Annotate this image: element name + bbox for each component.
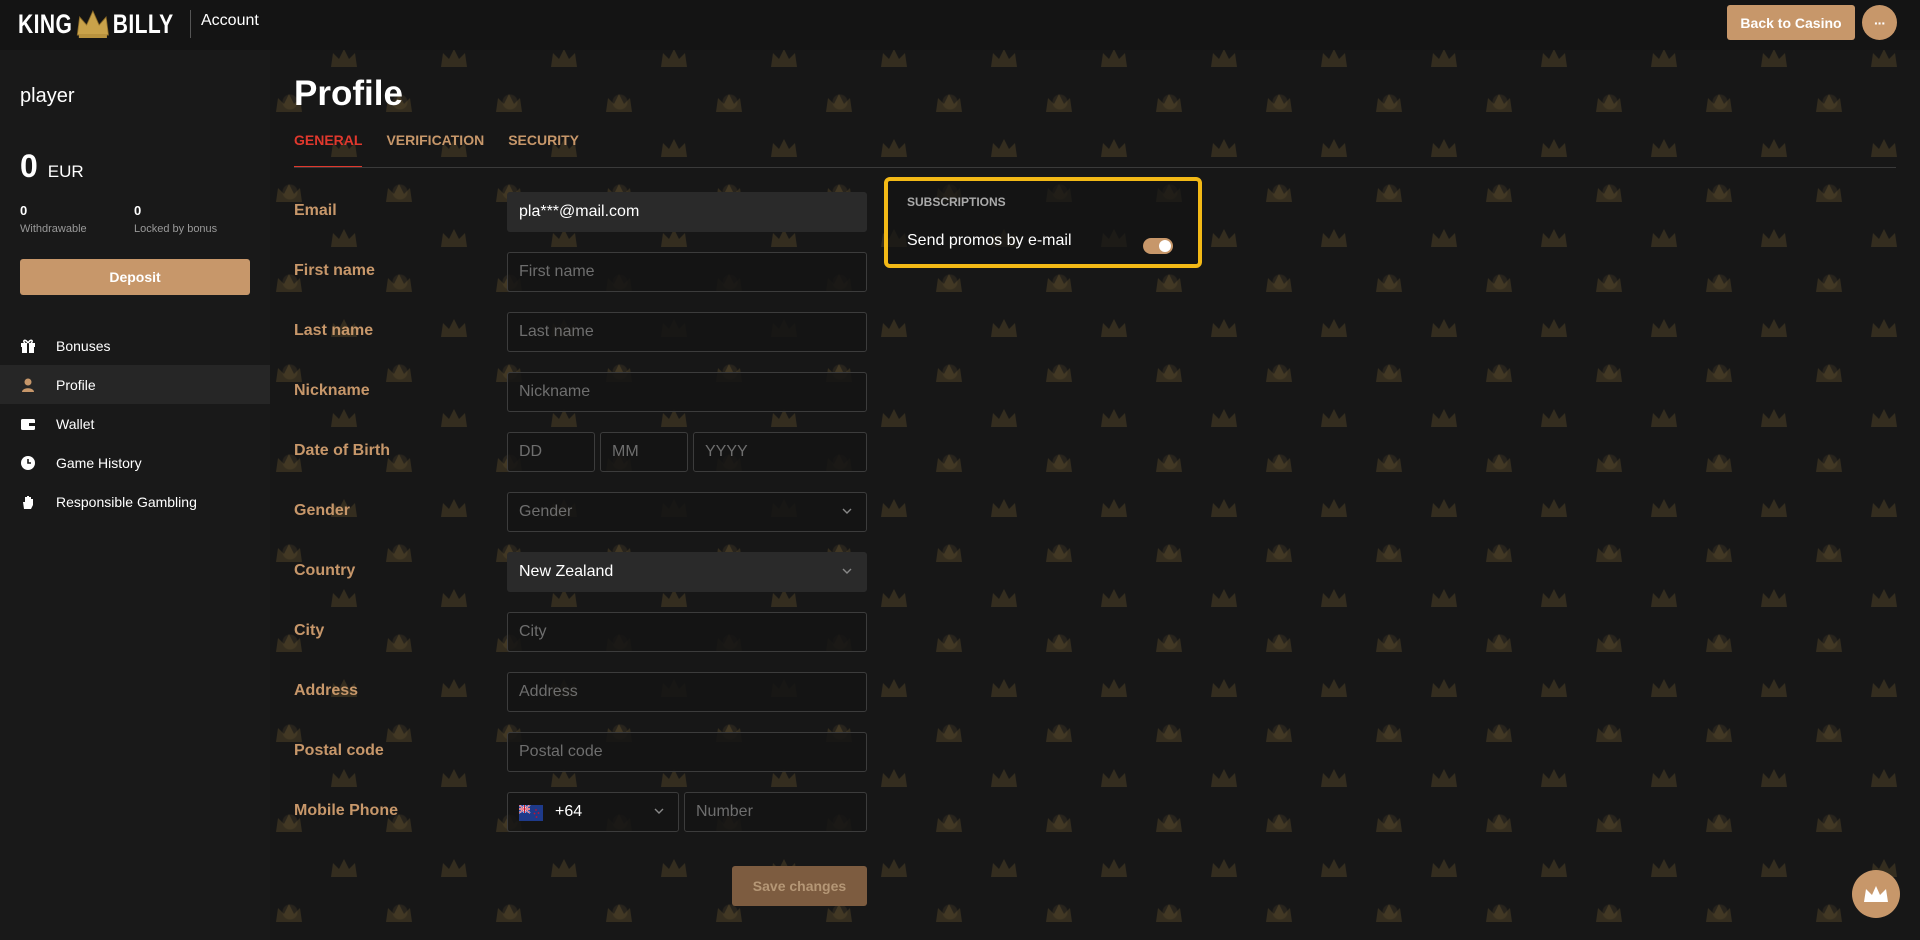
country-select[interactable]: New Zealand — [507, 552, 867, 592]
dob-day-input[interactable] — [507, 432, 595, 472]
country-row: Country New Zealand — [294, 552, 894, 592]
king-billy-logo[interactable]: KING BILLY — [18, 6, 174, 42]
new-zealand-flag-icon — [519, 805, 543, 821]
first-name-label: First name — [294, 262, 375, 279]
subscriptions-title: SUBSCRIPTIONS — [907, 195, 1006, 209]
withdrawable-label: Withdrawable — [20, 223, 87, 235]
crown-icon — [1864, 886, 1888, 902]
crown-chat-button[interactable] — [1852, 870, 1900, 918]
postal-code-label: Postal code — [294, 742, 384, 759]
promo-email-label: Send promos by e-mail — [907, 232, 1072, 249]
logo-divider — [190, 10, 191, 38]
city-label: City — [294, 622, 325, 639]
mobile-phone-row: Mobile Phone +64 — [294, 792, 894, 832]
postal-code-input[interactable] — [507, 732, 867, 772]
nickname-row: Nickname — [294, 372, 894, 412]
sidebar-item-label: Bonuses — [56, 337, 111, 354]
chevron-down-icon — [842, 568, 852, 574]
phone-number-input[interactable] — [684, 792, 867, 832]
address-input[interactable] — [507, 672, 867, 712]
nickname-label: Nickname — [294, 382, 370, 399]
country-label: Country — [294, 562, 356, 579]
sidebar-item-label: Responsible Gambling — [56, 493, 197, 510]
deposit-button[interactable]: Deposit — [20, 259, 250, 295]
profile-tabs: GENERAL VERIFICATION SECURITY — [294, 132, 603, 168]
mobile-phone-label: Mobile Phone — [294, 802, 398, 819]
sidebar-nav: Bonuses Profile Wallet Game History Resp… — [0, 326, 270, 521]
dob-year-input[interactable] — [693, 432, 867, 472]
sidebar-item-label: Game History — [56, 454, 142, 471]
nickname-input[interactable] — [507, 372, 867, 412]
sidebar-item-responsible-gambling[interactable]: Responsible Gambling — [0, 482, 270, 521]
city-input[interactable] — [507, 612, 867, 652]
dob-month-input[interactable] — [600, 432, 688, 472]
balance: 0 EUR — [20, 148, 84, 185]
promo-email-toggle[interactable] — [1143, 238, 1173, 254]
header: KING BILLY Account Back to Casino ··· — [0, 0, 1920, 50]
sidebar: player 0 EUR 0 Withdrawable 0 Locked by … — [0, 50, 270, 940]
address-row: Address — [294, 672, 894, 712]
gift-icon — [20, 338, 36, 354]
last-name-label: Last name — [294, 322, 374, 339]
sidebar-item-label: Wallet — [56, 415, 95, 432]
city-row: City — [294, 612, 894, 652]
last-name-row: Last name — [294, 312, 894, 352]
tabs-divider — [294, 167, 1896, 168]
locked-label: Locked by bonus — [134, 223, 218, 235]
back-to-casino-button[interactable]: Back to Casino — [1727, 5, 1855, 40]
gender-placeholder: Gender — [519, 503, 573, 520]
date-of-birth-row: Date of Birth — [294, 432, 894, 472]
chevron-down-icon — [654, 808, 664, 814]
locked-value: 0 — [134, 203, 142, 218]
crown-logo-icon — [76, 9, 109, 38]
username: player — [20, 85, 75, 107]
country-value: New Zealand — [519, 563, 614, 580]
main-content: Profile GENERAL VERIFICATION SECURITY Em… — [270, 50, 1920, 940]
tab-verification[interactable]: VERIFICATION — [386, 132, 484, 168]
first-name-row: First name — [294, 252, 894, 292]
more-icon: ··· — [1874, 14, 1886, 31]
withdrawable-stat: 0 Withdrawable — [20, 203, 87, 235]
clock-icon — [20, 455, 36, 471]
first-name-input[interactable] — [507, 252, 867, 292]
phone-code-value: +64 — [555, 803, 583, 820]
sidebar-item-label: Profile — [56, 376, 96, 393]
tab-security[interactable]: SECURITY — [508, 132, 579, 168]
gender-row: Gender Gender — [294, 492, 894, 532]
postal-code-row: Postal code — [294, 732, 894, 772]
email-row: Email — [294, 192, 894, 232]
sidebar-item-profile[interactable]: Profile — [0, 365, 270, 404]
gender-select[interactable]: Gender — [507, 492, 867, 532]
tab-general[interactable]: GENERAL — [294, 132, 363, 168]
email-label: Email — [294, 202, 337, 219]
wallet-icon — [20, 416, 36, 432]
balance-amount: 0 — [20, 148, 38, 184]
sidebar-item-bonuses[interactable]: Bonuses — [0, 326, 270, 365]
chevron-down-icon — [842, 508, 852, 514]
user-icon — [20, 377, 36, 393]
withdrawable-value: 0 — [20, 203, 28, 218]
sidebar-item-wallet[interactable]: Wallet — [0, 404, 270, 443]
phone-country-code-select[interactable]: +64 — [507, 792, 679, 832]
email-field[interactable] — [507, 192, 867, 232]
balance-currency: EUR — [47, 162, 84, 181]
locked-stat: 0 Locked by bonus — [134, 203, 217, 235]
gender-label: Gender — [294, 502, 351, 519]
sidebar-item-game-history[interactable]: Game History — [0, 443, 270, 482]
section-title: Account — [201, 12, 259, 29]
save-changes-button[interactable]: Save changes — [732, 866, 867, 906]
page-title: Profile — [294, 74, 403, 113]
address-label: Address — [294, 682, 359, 699]
hand-icon — [20, 494, 36, 510]
toggle-knob — [1159, 240, 1171, 252]
last-name-input[interactable] — [507, 312, 867, 352]
more-options-button[interactable]: ··· — [1862, 5, 1897, 40]
subscriptions-panel: SUBSCRIPTIONS Send promos by e-mail — [884, 177, 1202, 268]
date-of-birth-label: Date of Birth — [294, 442, 390, 459]
